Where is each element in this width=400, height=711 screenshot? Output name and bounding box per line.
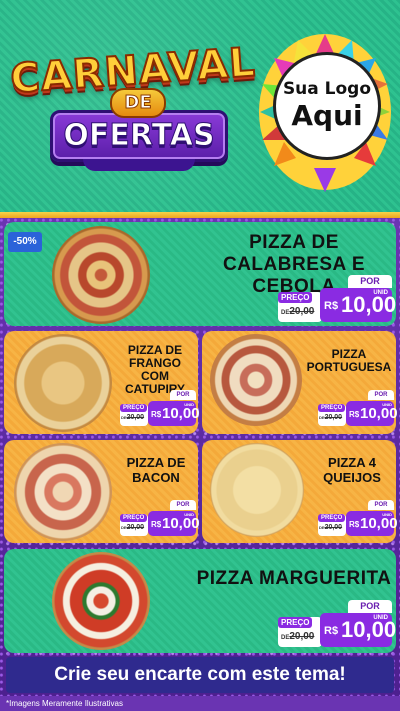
pizza-image-bacon xyxy=(14,443,112,541)
new-price: R$ 10,00 UNID xyxy=(148,511,200,536)
old-price-box: PREÇO DE20,00 xyxy=(278,617,322,647)
pizza-image-frango xyxy=(14,334,112,432)
pizza-image-4-queijos xyxy=(210,443,304,537)
old-price-box: PREÇO DE20,00 xyxy=(120,514,148,536)
pizza-image-marguerita xyxy=(52,552,150,650)
logo-placeholder: Sua Logo Aqui xyxy=(273,52,381,160)
price-tag-4-queijos: POR PREÇO DE20,00 R$ 10,00 UNID xyxy=(318,500,398,536)
preco-label: PREÇO xyxy=(278,617,313,628)
por-label: POR xyxy=(170,390,196,400)
new-price: R$ 10,00 UNID xyxy=(320,613,396,647)
price-tag-portuguesa: POR PREÇO DE20,00 R$ 10,00 UNID xyxy=(318,390,398,426)
old-price: DE20,00 xyxy=(121,414,145,421)
logo-text-line2: Aqui xyxy=(291,99,363,132)
product-name-frango: PIZZA DE FRANGO COM CATUPIRY xyxy=(125,343,185,396)
price-tag-marguerita: POR PREÇO DE20,00 R$ 10,00 UNID xyxy=(278,600,396,647)
disclaimer-text: *Imagens Meramente Ilustrativas xyxy=(6,699,123,708)
logo-text-line1: Sua Logo xyxy=(282,79,372,99)
product-name-bacon: PIZZA DE BACON xyxy=(126,455,186,485)
preco-label: PREÇO xyxy=(278,292,313,303)
header-banner: CARNAVAL DE OFERTAS Sua Logo Aqui xyxy=(0,0,400,215)
price-tag-bacon: POR PREÇO DE20,00 R$ 10,00 UNID xyxy=(120,500,200,536)
new-price: R$ 10,00 UNID xyxy=(320,288,396,322)
new-price: R$ 10,00 UNID xyxy=(346,401,398,426)
por-label: POR xyxy=(348,600,392,613)
por-label: POR xyxy=(170,500,196,510)
preco-label: PREÇO xyxy=(120,404,148,412)
old-price: DE20,00 xyxy=(121,524,145,531)
carnaval-title: CARNAVAL DE OFERTAS xyxy=(8,38,258,178)
product-name-4-queijos: PIZZA 4 QUEIJOS xyxy=(323,455,381,485)
por-label: POR xyxy=(368,390,394,400)
old-price: DE20,00 xyxy=(319,524,343,531)
old-price-box: PREÇO DE20,00 xyxy=(278,292,322,322)
old-price: DE20,00 xyxy=(281,631,315,642)
por-label: POR xyxy=(368,500,394,510)
title-ofertas: OFERTAS xyxy=(63,118,215,154)
price-tag-calabresa: POR PREÇO DE20,00 R$ 10,00 UNID xyxy=(278,275,396,322)
price-tag-frango: POR PREÇO DE20,00 R$ 10,00 UNID xyxy=(120,390,200,426)
old-price-box: PREÇO DE20,00 xyxy=(120,404,148,426)
old-price: DE20,00 xyxy=(281,306,315,317)
new-price: R$ 10,00 UNID xyxy=(346,511,398,536)
old-price-box: PREÇO DE20,00 xyxy=(318,514,346,536)
preco-label: PREÇO xyxy=(120,514,148,522)
preco-label: PREÇO xyxy=(318,514,346,522)
product-name-marguerita: PIZZA MARGUERITA xyxy=(196,568,392,589)
title-de: DE xyxy=(110,88,166,118)
product-name-portuguesa: PIZZA PORTUGUESA xyxy=(306,347,392,374)
old-price: DE20,00 xyxy=(319,414,343,421)
cta-banner[interactable]: Crie seu encarte com este tema! xyxy=(6,657,394,693)
old-price-box: PREÇO DE20,00 xyxy=(318,404,346,426)
new-price: R$ 10,00 UNID xyxy=(148,401,200,426)
preco-label: PREÇO xyxy=(318,404,346,412)
por-label: POR xyxy=(348,275,392,288)
pizza-image-portuguesa xyxy=(210,334,302,426)
discount-badge: -50% xyxy=(8,232,42,252)
pizza-image-calabresa xyxy=(52,226,150,324)
